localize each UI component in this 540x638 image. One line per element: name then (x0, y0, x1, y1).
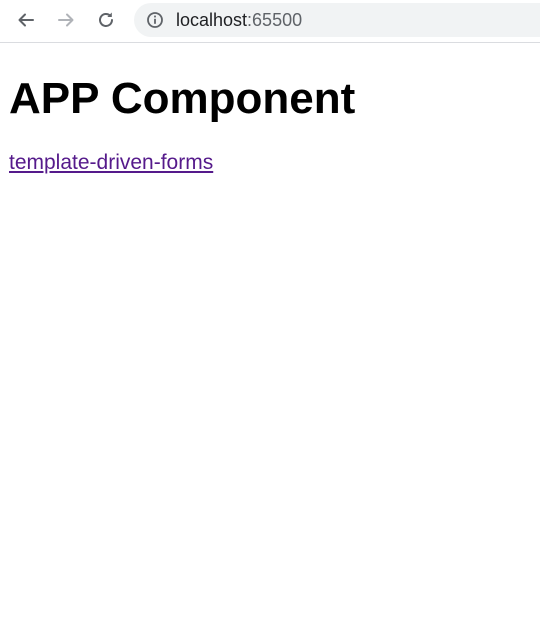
url-text[interactable]: localhost:65500 (176, 10, 302, 30)
forward-button[interactable] (52, 6, 80, 34)
forward-arrow-icon (58, 13, 74, 27)
url-port: :65500 (247, 10, 303, 30)
reload-icon (99, 12, 113, 27)
url-host: localhost (176, 10, 248, 30)
address-bar[interactable]: localhost:65500 (134, 3, 540, 37)
reload-button[interactable] (92, 6, 120, 34)
info-icon[interactable] (146, 11, 164, 29)
back-button[interactable] (12, 6, 40, 34)
back-arrow-icon (18, 13, 34, 27)
page-title: APP Component (9, 74, 356, 123)
page-content: APP Component template-driven-forms (9, 72, 540, 176)
template-driven-forms-link[interactable]: template-driven-forms (9, 150, 213, 176)
browser-toolbar: localhost:65500 (0, 0, 540, 43)
